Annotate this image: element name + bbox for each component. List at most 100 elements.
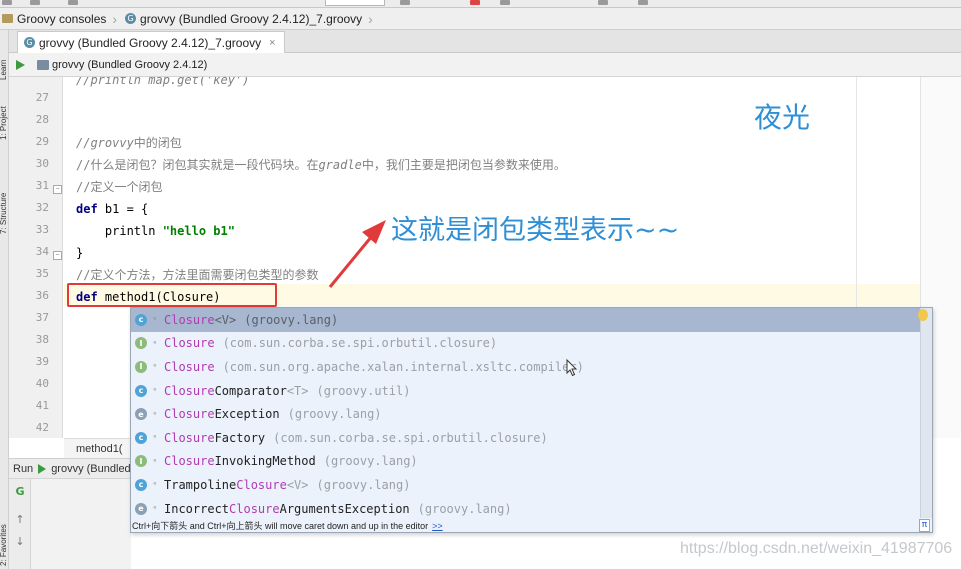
comment: gradle	[318, 158, 362, 172]
code-text: b1 = {	[97, 202, 149, 216]
folder-icon	[2, 14, 13, 23]
completion-pkg: (groovy.lang)	[287, 407, 382, 422]
line-number: 39	[35, 355, 49, 368]
site-watermark: https://blog.csdn.net/weixin_41987706	[680, 540, 953, 557]
stop-icon[interactable]	[470, 0, 480, 5]
toolbar-icon[interactable]	[638, 0, 648, 5]
editor-tab[interactable]: G grovvy (Bundled Groovy 2.4.12)_7.groov…	[17, 31, 285, 53]
completion-scrollbar[interactable]	[920, 308, 932, 518]
completion-item[interactable]: Iᵉ Closure (com.sun.corba.se.spi.orbutil.c…	[131, 332, 920, 356]
line-number: 35	[35, 267, 49, 280]
code-text: println	[76, 224, 163, 238]
code-text: }	[76, 246, 84, 260]
completion-item[interactable]: c ᵉ Closure <V> (groovy.lang)	[131, 308, 920, 332]
completion-match: Closure	[164, 336, 215, 351]
close-icon[interactable]: ×	[269, 37, 275, 49]
toolbar-icon[interactable]	[30, 0, 40, 5]
code-completion-popup[interactable]: c ᵉ Closure <V> (groovy.lang) Iᵉ Closure (com.s…	[130, 307, 933, 533]
toolbar-icon[interactable]	[2, 0, 12, 5]
line-number: 42	[35, 421, 49, 434]
annotation-title: 夜光	[754, 101, 811, 134]
completion-item[interactable]: Iᵉ Closure (com.sun.org.apache.xalan.inter…	[131, 355, 920, 379]
completion-item[interactable]: c ᵉ Trampoline Closure <V> (groovy.lang)	[131, 473, 920, 497]
comment: //println map.get('key')	[76, 77, 250, 87]
completion-match: Closure	[164, 312, 215, 327]
completion-post: Comparator	[214, 383, 287, 398]
chevron-right-icon: ›	[112, 10, 118, 27]
line-number: 30	[35, 157, 49, 170]
comment: //grovvy	[76, 136, 134, 150]
completion-match: Closure	[236, 477, 287, 492]
line-number: 37	[35, 311, 49, 324]
public-access-icon: ᵉ	[153, 409, 157, 419]
side-tab-favorites[interactable]: 2: Favorites	[0, 500, 9, 566]
code-line-33: println "hello b1"	[76, 220, 235, 242]
public-access-icon: ᵉ	[153, 433, 157, 443]
side-tab-structure[interactable]: 7: Structure	[0, 164, 9, 234]
completion-pkg: (groovy.lang)	[323, 454, 418, 469]
public-access-icon: ᵉ	[153, 456, 157, 466]
code-line-32: def b1 = {	[76, 198, 148, 220]
fold-toggle-icon[interactable]: −	[53, 251, 62, 260]
completion-pkg: (com.sun.corba.se.spi.orbutil.closure)	[273, 430, 548, 445]
completion-match: Closure	[164, 430, 215, 445]
mouse-cursor-icon	[566, 359, 578, 377]
pi-icon[interactable]: π	[919, 519, 930, 532]
completion-generic: <V>	[286, 477, 309, 492]
toolbar-run-config-selector[interactable]	[325, 0, 385, 6]
toolbar-icon[interactable]	[500, 0, 510, 5]
line-number: 29	[35, 135, 49, 148]
run-config-name[interactable]: grovvy (Bundled Groovy 2.4.12)	[51, 463, 131, 475]
side-tab-project[interactable]: 1: Project	[0, 88, 9, 140]
line-number: 33	[35, 223, 49, 236]
exception-class-icon: e	[135, 502, 147, 515]
run-tab-label[interactable]: Run	[13, 463, 33, 475]
completion-match: Closure	[229, 501, 280, 516]
completion-item[interactable]: c ᵉ Closure Factory (com.sun.corba.se.spi.or…	[131, 426, 920, 450]
completion-item[interactable]: Iᵉ Closure InvokingMethod (groovy.lang)	[131, 450, 920, 474]
completion-pkg: (groovy.lang)	[244, 312, 339, 327]
completion-item[interactable]: e ᵉ Closure Exception (groovy.lang)	[131, 402, 920, 426]
completion-pre: Incorrect	[164, 501, 230, 516]
code-line-29: //grovvy中的闭包	[76, 132, 182, 154]
comment: 中的闭包	[133, 136, 182, 150]
exception-class-icon: e	[135, 408, 147, 421]
interface-icon: I	[135, 337, 147, 350]
editor-tab-bar: G grovvy (Bundled Groovy 2.4.12)_7.groov…	[9, 30, 961, 53]
public-access-icon: ᵉ	[153, 338, 157, 348]
rerun-icon[interactable]: G	[13, 485, 27, 499]
completion-pkg: (groovy.lang)	[417, 501, 512, 516]
down-arrow-icon[interactable]: ↓	[13, 535, 27, 549]
class-icon: c	[135, 313, 147, 326]
line-number: 28	[35, 113, 49, 126]
editor-breadcrumb[interactable]: method1(	[64, 438, 130, 458]
line-number-gutter: 27 28 29 30 31 32 33 34 35 36 37 38 39 40 41 42 − −	[9, 77, 63, 438]
run-config-label[interactable]: grovvy (Bundled Groovy 2.4.12)	[52, 59, 207, 71]
toolbar-icon[interactable]	[68, 0, 78, 5]
sdk-icon	[37, 59, 49, 70]
run-toolbar: G ↑ ↓	[9, 479, 31, 569]
help-icon[interactable]	[598, 0, 608, 5]
completion-item[interactable]: c ᵉ Closure Comparator <T> (groovy.util)	[131, 379, 920, 403]
toolbar-icon[interactable]	[400, 0, 410, 5]
play-icon[interactable]	[16, 59, 25, 70]
code-line-30: //什么是闭包？闭包其实就是一段代码块。在gradle中，我们主要是把闭包当参数…	[76, 154, 566, 176]
completion-pkg: (com.sun.org.apache.xalan.internal.xsltc…	[222, 359, 584, 374]
line-number: 40	[35, 377, 49, 390]
breadcrumb-project[interactable]: Groovy consoles ›	[2, 8, 125, 30]
completion-hint-text: Ctrl+向下箭头 and Ctrl+向上箭头 will move caret …	[132, 521, 429, 531]
completion-pkg: (groovy.lang)	[316, 477, 411, 492]
run-tool-window-header: Run grovvy (Bundled Groovy 2.4.12)	[9, 459, 131, 479]
completion-hint: Ctrl+向下箭头 and Ctrl+向上箭头 will move caret …	[131, 518, 932, 532]
public-access-icon: ᵉ	[153, 362, 157, 372]
fold-toggle-icon[interactable]: −	[53, 185, 62, 194]
breadcrumb-project-label: Groovy consoles	[17, 11, 107, 26]
public-access-icon: ᵉ	[153, 315, 157, 325]
comment: //什么是闭包？闭包其实就是一段代码块。在	[76, 158, 319, 172]
completion-item[interactable]: e ᵉ Incorrect Closure ArgumentsException (gro…	[131, 497, 920, 521]
breadcrumb-file[interactable]: G grovvy (Bundled Groovy 2.4.12)_7.groov…	[125, 8, 381, 30]
up-arrow-icon[interactable]: ↑	[13, 513, 27, 527]
lightbulb-icon[interactable]	[918, 309, 928, 321]
side-tab-learn[interactable]: Learn	[0, 36, 9, 80]
completion-hint-link[interactable]: >>	[432, 521, 443, 531]
